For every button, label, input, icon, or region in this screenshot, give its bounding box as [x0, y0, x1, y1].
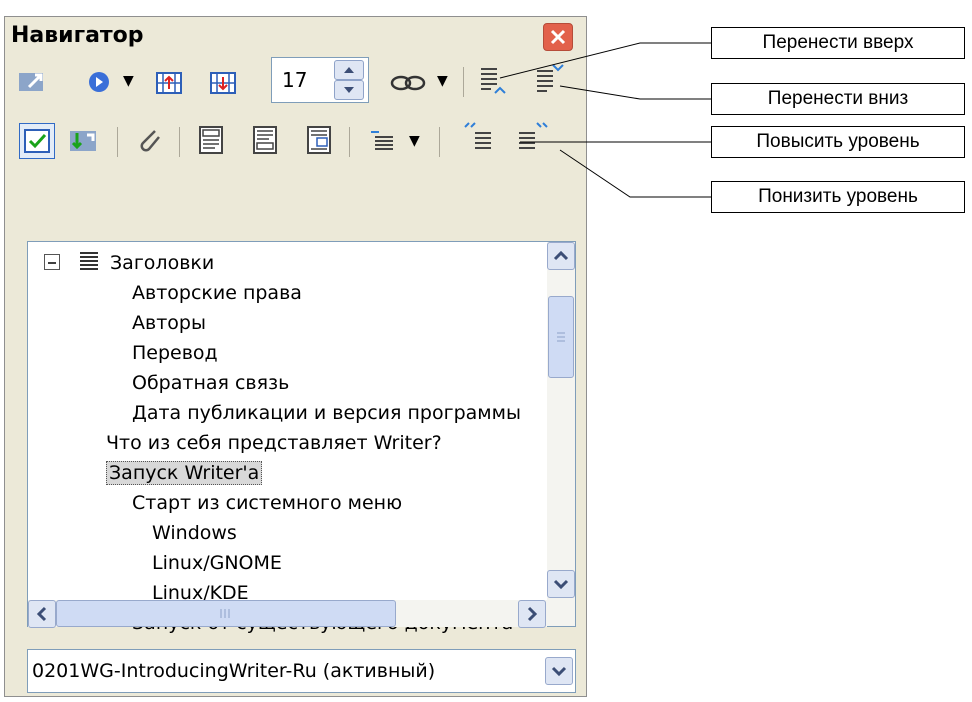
callout-move-down: Перенести вниз [711, 83, 965, 115]
callout-move-up: Перенести вверх [711, 27, 965, 59]
callout-promote: Повысить уровень [711, 126, 965, 158]
callout-demote: Понизить уровень [711, 181, 965, 213]
